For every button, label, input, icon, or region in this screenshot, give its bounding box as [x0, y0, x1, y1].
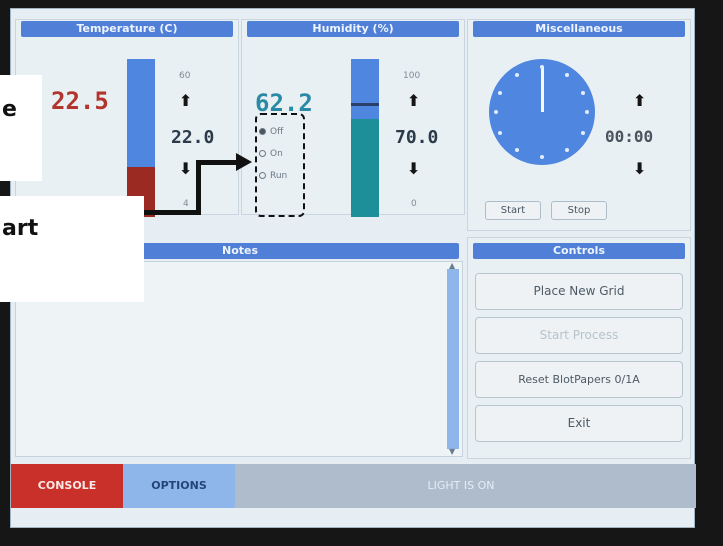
temperature-up-arrow-icon[interactable]: ⬆	[179, 93, 192, 109]
clock-tick	[585, 110, 589, 114]
console-tab[interactable]: CONSOLE	[11, 464, 123, 508]
mode-highlight-box	[255, 113, 305, 217]
clock-tick	[515, 73, 519, 77]
callout-arrowhead-icon	[236, 153, 252, 171]
clock-tick	[565, 148, 569, 152]
controls-header: Controls	[473, 243, 685, 259]
clock-tick	[540, 155, 544, 159]
timer-value: 00:00	[605, 127, 654, 146]
start-process-button[interactable]: Start Process	[475, 317, 683, 354]
humidity-up-arrow-icon[interactable]: ⬆	[407, 93, 420, 109]
scroll-down-icon[interactable]: ▼	[449, 447, 455, 456]
clock-tick	[498, 131, 502, 135]
temperature-down-arrow-icon[interactable]: ⬇	[179, 161, 192, 177]
notes-scrollbar[interactable]	[447, 269, 459, 449]
scroll-up-icon[interactable]: ▲	[449, 261, 455, 270]
humidity-max-label: 100	[403, 71, 421, 81]
place-new-grid-button[interactable]: Place New Grid	[475, 273, 683, 310]
callout-line-horizontal-low	[144, 210, 200, 215]
callout-line-horizontal-high	[196, 160, 236, 165]
callout-line-vertical	[196, 160, 201, 215]
misc-header: Miscellaneous	[473, 21, 685, 37]
humidity-setpoint-marker	[351, 103, 379, 106]
annotation-bottom-text: art	[2, 216, 39, 241]
clock-tick	[581, 91, 585, 95]
annotation-box-top: e	[0, 75, 42, 181]
humidity-header: Humidity (%)	[247, 21, 459, 37]
exit-button[interactable]: Exit	[475, 405, 683, 442]
status-text: LIGHT IS ON	[427, 479, 495, 492]
clock-tick	[540, 65, 544, 69]
humidity-setpoint: 70.0	[395, 127, 439, 148]
current-temperature: 22.5	[51, 87, 109, 115]
humidity-down-arrow-icon[interactable]: ⬇	[407, 161, 420, 177]
temperature-setpoint: 22.0	[171, 127, 215, 148]
clock-tick	[565, 73, 569, 77]
clock-tick	[581, 131, 585, 135]
clock-tick	[498, 91, 502, 95]
timer-down-arrow-icon[interactable]: ⬇	[633, 161, 646, 177]
start-button[interactable]: Start	[485, 201, 541, 220]
options-tab[interactable]: OPTIONS	[123, 464, 235, 508]
annotation-top-text: e	[2, 97, 17, 122]
temperature-header: Temperature (C)	[21, 21, 233, 37]
stop-button[interactable]: Stop	[551, 201, 607, 220]
timer-up-arrow-icon[interactable]: ⬆	[633, 93, 646, 109]
temperature-max-label: 60	[179, 71, 191, 81]
temperature-min-label: 4	[183, 199, 189, 209]
clock-icon	[489, 59, 595, 165]
annotation-box-bottom: art	[0, 196, 144, 302]
humidity-min-label: 0	[411, 199, 417, 209]
photo-frame: Temperature (C) 22.5 60 ⬆ 22.0 ⬇ 4 Humid…	[0, 0, 723, 546]
clock-hand	[541, 67, 544, 112]
humidity-level-fill	[351, 119, 379, 217]
reset-blotpapers-button[interactable]: Reset BlotPapers 0/1A	[475, 361, 683, 398]
clock-tick	[515, 148, 519, 152]
clock-tick	[494, 110, 498, 114]
